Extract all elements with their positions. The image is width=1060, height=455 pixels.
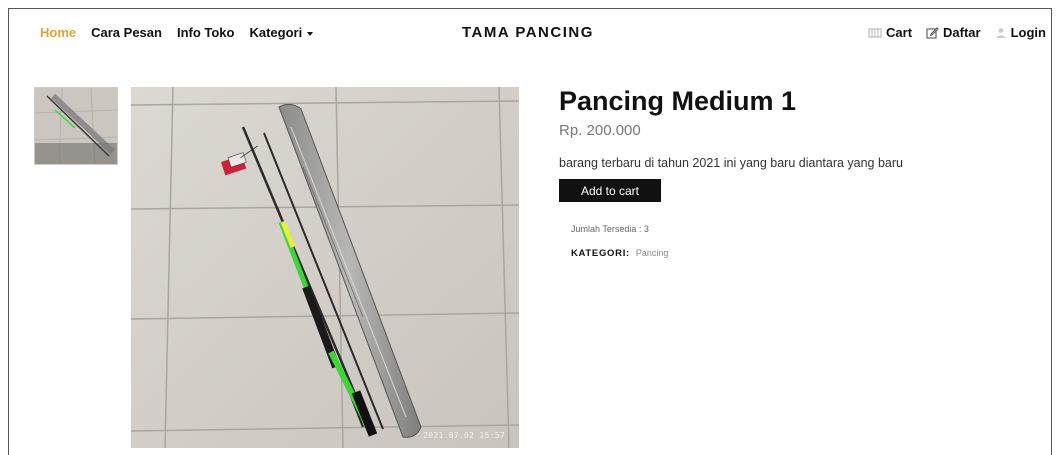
- account-nav: Cart Daftar Login: [868, 25, 1046, 40]
- nav-kategori-dropdown[interactable]: Kategori: [249, 25, 314, 40]
- thumbnail-image: [35, 88, 117, 164]
- login-link[interactable]: Login: [995, 25, 1046, 40]
- user-icon: [995, 27, 1006, 38]
- site-brand[interactable]: TAMA PANCING: [462, 24, 594, 41]
- product-main-image[interactable]: 2021.07.02 15:57: [131, 87, 519, 448]
- photo-timestamp: 2021.07.02 15:57: [423, 431, 505, 440]
- main-nav: Home Cara Pesan Info Toko Kategori: [40, 25, 314, 40]
- daftar-link[interactable]: Daftar: [926, 25, 981, 40]
- product-price: Rp. 200.000: [559, 122, 641, 139]
- daftar-label: Daftar: [943, 25, 981, 40]
- category-link[interactable]: Pancing: [636, 248, 669, 258]
- nav-info-toko-link[interactable]: Info Toko: [177, 25, 235, 40]
- chevron-down-icon: [307, 31, 314, 36]
- login-label: Login: [1010, 25, 1046, 40]
- cart-link[interactable]: Cart: [868, 25, 912, 40]
- add-to-cart-button[interactable]: Add to cart: [559, 179, 661, 202]
- cart-icon: [868, 27, 882, 38]
- product-category: KATEGORI: Pancing: [571, 248, 668, 259]
- product-description: barang terbaru di tahun 2021 ini yang ba…: [559, 156, 904, 170]
- nav-home-link[interactable]: Home: [40, 25, 76, 40]
- cart-label: Cart: [886, 25, 913, 40]
- category-label: KATEGORI:: [571, 248, 630, 259]
- fishing-rod-photo: [131, 87, 519, 448]
- stock-availability: Jumlah Tersedia : 3: [571, 224, 649, 234]
- product-title: Pancing Medium 1: [559, 86, 797, 116]
- product-thumbnail[interactable]: [34, 87, 118, 165]
- nav-kategori-label: Kategori: [249, 25, 303, 40]
- nav-cara-pesan-link[interactable]: Cara Pesan: [91, 25, 162, 40]
- edit-icon: [926, 27, 939, 39]
